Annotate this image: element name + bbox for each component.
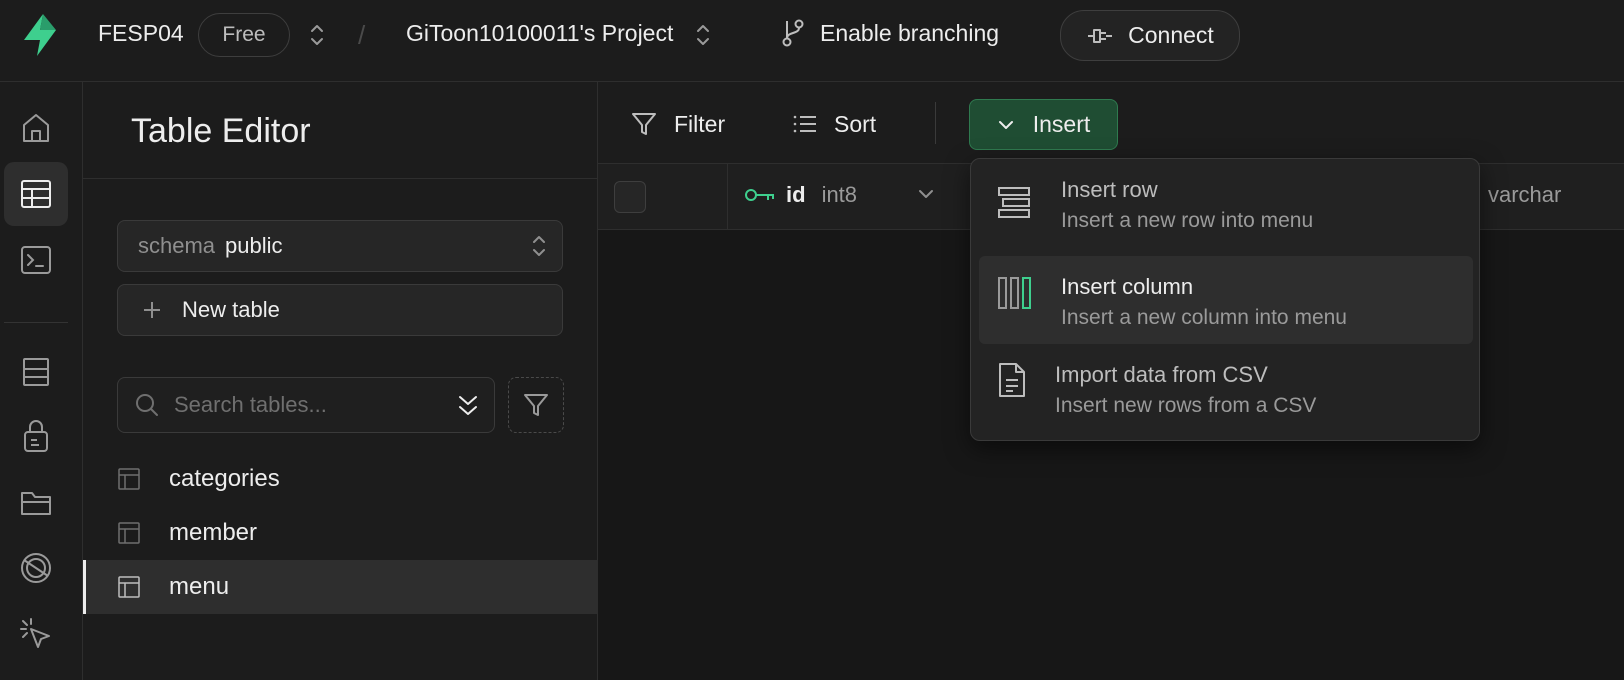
select-all-checkbox[interactable] — [614, 181, 646, 213]
table-icon — [21, 180, 51, 208]
enable-branching-label: Enable branching — [820, 19, 1000, 46]
column-type: int8 — [821, 182, 858, 207]
plus-icon — [144, 302, 160, 318]
search-icon — [136, 394, 158, 416]
nav-home[interactable] — [4, 96, 68, 160]
menu-item-subtitle: Insert a new column into menu — [1061, 306, 1347, 329]
nav-sql-editor[interactable] — [4, 228, 68, 292]
sort-label: Sort — [834, 110, 877, 137]
table-item-label: menu — [169, 573, 230, 600]
chevrons-up-down-icon — [533, 236, 545, 256]
filter-button[interactable]: Filter — [630, 104, 725, 144]
nav-authentication[interactable] — [4, 404, 68, 468]
filter-icon — [524, 394, 548, 416]
schema-value: public — [225, 233, 283, 258]
nav-storage[interactable] — [4, 470, 68, 534]
search-tables[interactable] — [117, 377, 495, 433]
grid-toolbar: Filter Sort Insert — [598, 82, 1624, 164]
org-switcher-chevrons-icon[interactable] — [307, 22, 327, 48]
menu-item-insert-column[interactable]: Insert column Insert a new column into m… — [979, 256, 1473, 344]
table-icon — [118, 576, 140, 598]
table-icon — [118, 522, 140, 544]
top-bar: FESP04 Free / GiToon10100011's Project E… — [0, 0, 1624, 82]
column-header-id[interactable]: id int8 — [744, 182, 857, 208]
database-icon — [23, 358, 49, 386]
nav-rail — [0, 82, 83, 680]
table-item-menu[interactable]: menu — [83, 560, 598, 614]
realtime-icon — [21, 553, 51, 583]
chevron-down-icon — [998, 120, 1013, 129]
new-table-button[interactable]: New table — [117, 284, 563, 336]
table-item-label: categories — [169, 465, 280, 492]
menu-item-title: Insert row — [1061, 177, 1158, 202]
enable-branching-button[interactable]: Enable branching — [780, 18, 999, 48]
lock-icon — [24, 420, 48, 452]
cursor-click-icon — [20, 618, 50, 648]
menu-item-import-csv[interactable]: Import data from CSV Insert new rows fro… — [979, 344, 1473, 432]
connect-label: Connect — [1128, 22, 1214, 48]
sidebar-divider — [83, 178, 598, 179]
plan-badge: Free — [198, 13, 290, 57]
home-icon — [23, 114, 49, 142]
org-name[interactable]: FESP04 — [98, 20, 184, 47]
toolbar-divider — [935, 102, 936, 144]
nav-database[interactable] — [4, 340, 68, 404]
insert-dropdown-menu: Insert row Insert a new row into menu In… — [970, 158, 1480, 441]
key-icon — [745, 189, 774, 201]
schema-label: schema — [138, 233, 216, 258]
rows-icon — [998, 187, 1030, 218]
menu-item-title: Insert column — [1061, 274, 1194, 299]
menu-item-subtitle: Insert a new row into menu — [1061, 209, 1314, 232]
plug-icon — [1088, 28, 1113, 43]
project-switcher-chevrons-icon[interactable] — [693, 22, 713, 48]
table-icon — [118, 468, 140, 490]
list-icon — [793, 115, 816, 133]
columns-icon — [998, 277, 1031, 309]
table-item-categories[interactable]: categories — [83, 452, 598, 506]
project-name[interactable]: GiToon10100011's Project — [406, 20, 673, 47]
folder-icon — [21, 492, 51, 515]
supabase-logo-icon[interactable] — [18, 12, 62, 58]
nav-realtime[interactable] — [4, 536, 68, 600]
terminal-icon — [21, 246, 51, 274]
nav-advisors[interactable] — [4, 602, 68, 666]
file-text-icon — [999, 363, 1025, 397]
table-filter-button[interactable] — [508, 377, 564, 433]
insert-button[interactable]: Insert — [969, 99, 1118, 150]
breadcrumb-separator: / — [358, 20, 366, 50]
insert-label: Insert — [1032, 111, 1091, 137]
column-menu-chevron-icon[interactable] — [916, 187, 936, 201]
sidebar-title: Table Editor — [131, 112, 311, 150]
schema-select[interactable]: schema public — [117, 220, 563, 272]
table-item-member[interactable]: member — [83, 506, 598, 560]
menu-item-subtitle: Insert new rows from a CSV — [1055, 394, 1317, 417]
search-tables-input[interactable] — [174, 392, 444, 418]
column-name: id — [786, 182, 806, 207]
new-table-label: New table — [182, 297, 280, 322]
nav-divider — [4, 322, 68, 323]
filter-icon — [632, 113, 656, 135]
column-separator — [727, 164, 728, 230]
sort-button[interactable]: Sort — [792, 104, 876, 144]
column-type: varchar — [1488, 182, 1562, 207]
table-editor-sidebar: Table Editor schema public New table Sea… — [83, 82, 598, 680]
git-branch-icon — [782, 19, 804, 47]
filter-label: Filter — [674, 110, 726, 137]
table-item-label: member — [169, 519, 258, 546]
connect-button[interactable]: Connect — [1060, 10, 1240, 61]
menu-item-title: Import data from CSV — [1055, 362, 1268, 387]
nav-table-editor[interactable] — [4, 162, 68, 226]
chevrons-down-icon[interactable] — [456, 392, 480, 420]
menu-item-insert-row[interactable]: Insert row Insert a new row into menu — [979, 159, 1473, 247]
